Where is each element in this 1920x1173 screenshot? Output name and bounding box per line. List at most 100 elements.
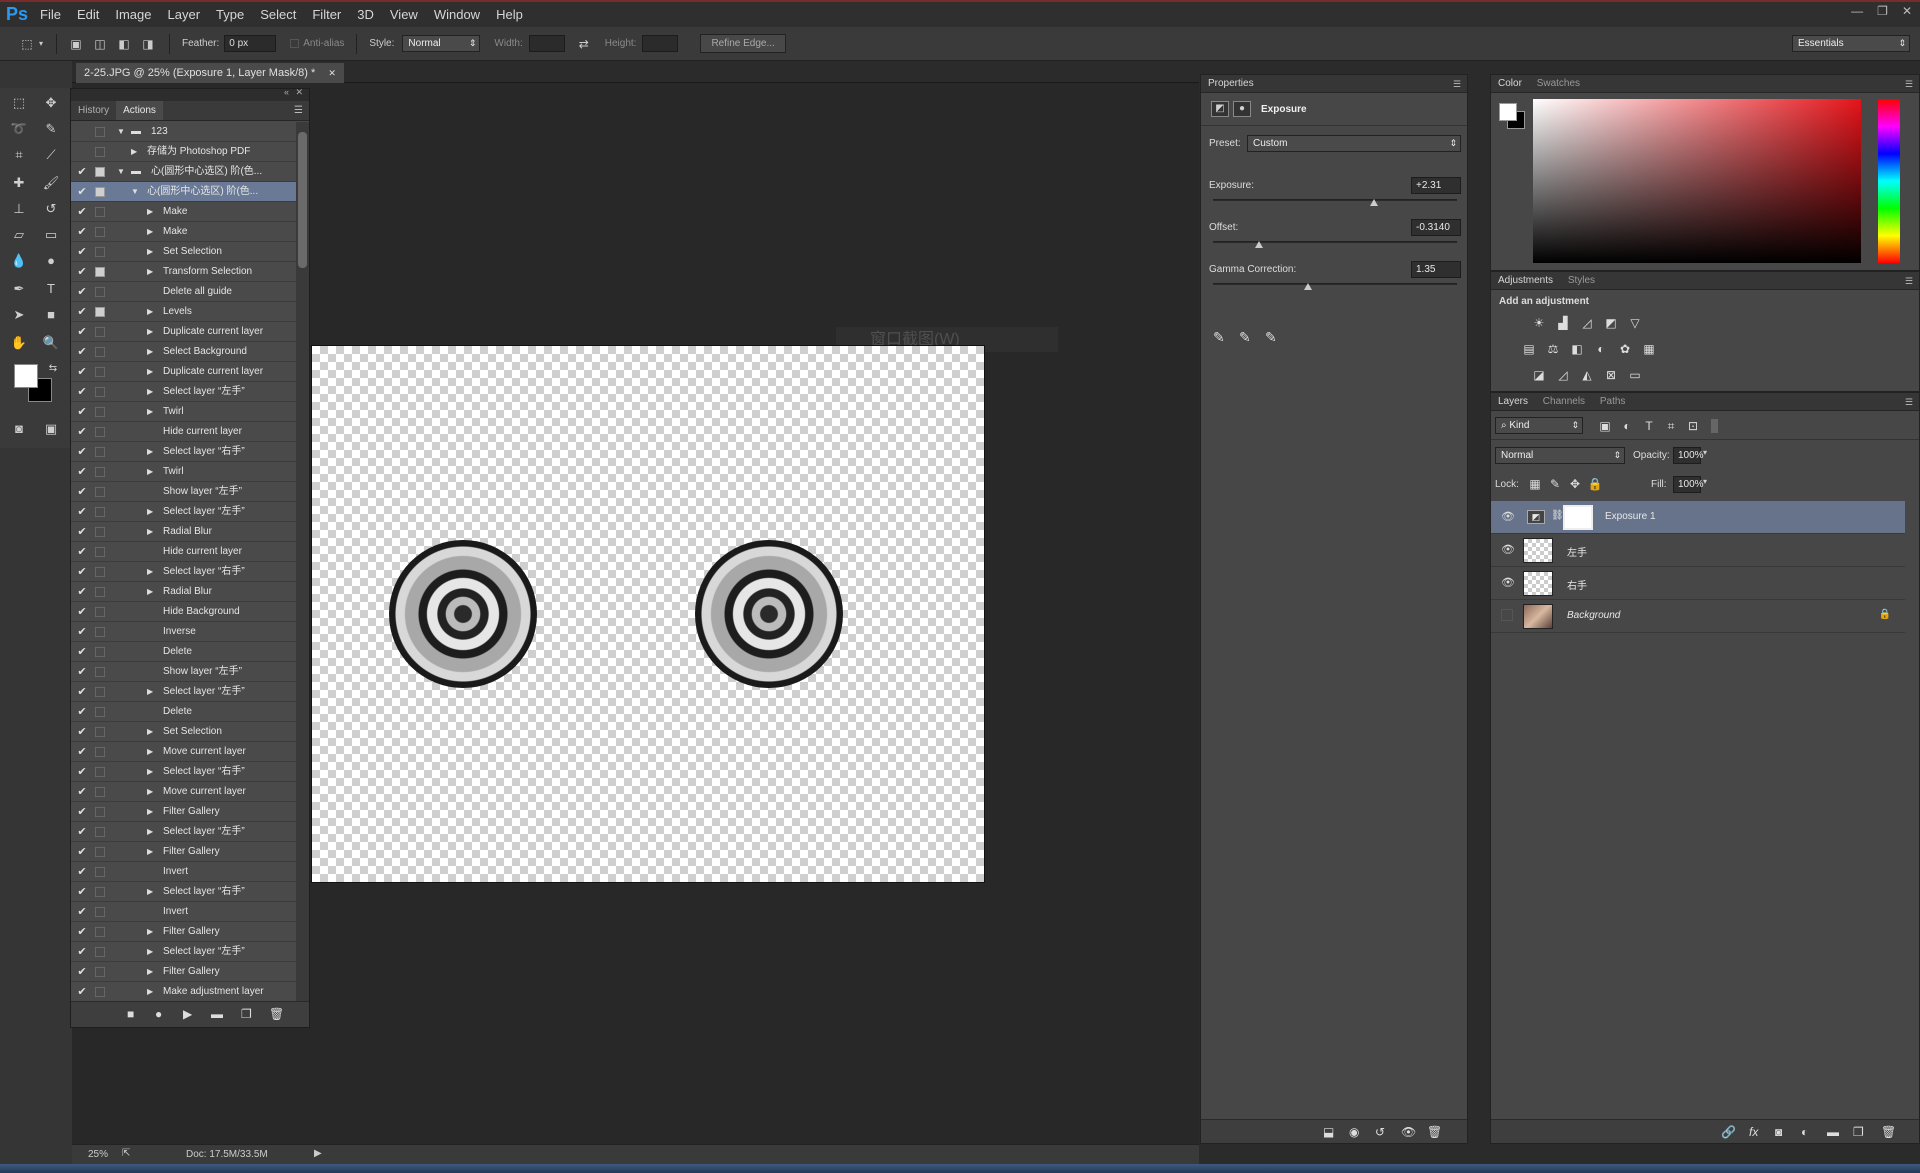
- offset-slider-track[interactable]: [1213, 241, 1457, 243]
- action-row[interactable]: ✔ ▶ Select layer “左手”: [71, 682, 297, 702]
- action-enable-checkmark[interactable]: ✔: [75, 882, 89, 902]
- link-layers-icon[interactable]: 🔗: [1721, 1125, 1736, 1139]
- action-enable-checkmark[interactable]: ✔: [75, 522, 89, 542]
- marquee-tool-preset-icon[interactable]: ⬚: [18, 35, 36, 53]
- chevron-down-icon[interactable]: ▾: [1703, 477, 1707, 486]
- action-enable-checkmark[interactable]: ✔: [75, 282, 89, 302]
- dialog-toggle[interactable]: [95, 267, 105, 277]
- expand-right-icon[interactable]: ▶: [147, 782, 153, 802]
- brightness-contrast-icon[interactable]: ☀: [1531, 316, 1547, 330]
- action-row[interactable]: ✔ Delete: [71, 702, 297, 722]
- layer-name[interactable]: 右手: [1567, 577, 1587, 592]
- width-input[interactable]: [528, 35, 565, 52]
- dialog-toggle[interactable]: [95, 207, 105, 217]
- dialog-toggle[interactable]: [95, 687, 105, 697]
- dialog-toggle[interactable]: [95, 487, 105, 497]
- lock-pixels-icon[interactable]: ✎: [1547, 477, 1563, 491]
- new-group-folder-icon[interactable]: ▬: [1827, 1125, 1839, 1139]
- action-row[interactable]: ✔ ▶ Filter Gallery: [71, 922, 297, 942]
- new-layer-icon[interactable]: ❐: [1853, 1125, 1864, 1139]
- panel-menu-icon[interactable]: ☰: [1905, 393, 1913, 411]
- action-enable-checkmark[interactable]: ✔: [75, 842, 89, 862]
- stop-icon[interactable]: ■: [127, 1007, 134, 1021]
- threshold-icon[interactable]: ◭: [1579, 368, 1595, 382]
- gradient-icon[interactable]: ▭: [40, 224, 62, 246]
- type-tool-icon[interactable]: T: [40, 278, 62, 300]
- expand-right-icon[interactable]: ▶: [147, 262, 153, 282]
- dialog-toggle[interactable]: [95, 307, 105, 317]
- levels-icon[interactable]: ▟: [1555, 316, 1571, 330]
- dialog-toggle[interactable]: [95, 947, 105, 957]
- expand-right-icon[interactable]: ▶: [147, 522, 153, 542]
- layer-row[interactable]: 👁 右手: [1491, 567, 1905, 600]
- expand-down-icon[interactable]: ▼: [117, 122, 125, 142]
- expand-right-icon[interactable]: ▶: [147, 742, 153, 762]
- expand-right-icon[interactable]: ▶: [147, 302, 153, 322]
- action-row[interactable]: ✔ Invert: [71, 902, 297, 922]
- exposure-icon[interactable]: ◩: [1603, 316, 1619, 330]
- dialog-toggle[interactable]: [95, 847, 105, 857]
- eyedropper-black-icon[interactable]: ✎: [1213, 329, 1225, 346]
- antialias-checkbox[interactable]: [290, 39, 300, 48]
- action-row[interactable]: ✔ ▶ Select layer “右手”: [71, 762, 297, 782]
- action-row[interactable]: ✔ ▶ Select Background: [71, 342, 297, 362]
- hand-icon[interactable]: ✋: [8, 332, 30, 354]
- dialog-toggle[interactable]: [95, 347, 105, 357]
- visibility-eye-icon[interactable]: 👁: [1501, 576, 1515, 589]
- trash-icon[interactable]: 🗑: [269, 1007, 284, 1021]
- dialog-toggle[interactable]: [95, 427, 105, 437]
- subtract-selection-icon[interactable]: ◧: [115, 35, 133, 53]
- action-enable-checkmark[interactable]: ✔: [75, 722, 89, 742]
- foreground-color-swatch[interactable]: [14, 364, 38, 388]
- action-row[interactable]: ✔ ▶ Twirl: [71, 402, 297, 422]
- dialog-toggle[interactable]: [95, 607, 105, 617]
- action-enable-checkmark[interactable]: ✔: [75, 462, 89, 482]
- dialog-toggle[interactable]: [95, 467, 105, 477]
- action-row[interactable]: ✔ ▶ Move current layer: [71, 742, 297, 762]
- action-enable-checkmark[interactable]: ✔: [75, 982, 89, 1002]
- clone-stamp-icon[interactable]: ⊥: [8, 198, 30, 220]
- chevron-down-icon[interactable]: ▾: [1703, 448, 1707, 457]
- expand-down-icon[interactable]: ▼: [117, 162, 125, 182]
- action-enable-checkmark[interactable]: ✔: [75, 362, 89, 382]
- action-row[interactable]: ✔ ▶ Select layer “右手”: [71, 882, 297, 902]
- new-set-folder-icon[interactable]: ▬: [211, 1007, 223, 1021]
- dialog-toggle[interactable]: [95, 827, 105, 837]
- tab-properties[interactable]: Properties: [1208, 78, 1254, 89]
- action-enable-checkmark[interactable]: ✔: [75, 342, 89, 362]
- eyedropper-icon[interactable]: ⟋: [40, 144, 62, 166]
- style-select[interactable]: Normal: [402, 35, 481, 52]
- action-enable-checkmark[interactable]: ✔: [75, 922, 89, 942]
- action-enable-checkmark[interactable]: ✔: [75, 202, 89, 222]
- dialog-toggle[interactable]: [95, 627, 105, 637]
- expand-right-icon[interactable]: ▶: [147, 342, 153, 362]
- menu-edit[interactable]: Edit: [69, 2, 107, 27]
- dialog-toggle[interactable]: [95, 567, 105, 577]
- action-enable-checkmark[interactable]: ✔: [75, 702, 89, 722]
- action-enable-checkmark[interactable]: ✔: [75, 162, 89, 182]
- dialog-toggle[interactable]: [95, 727, 105, 737]
- visibility-eye-icon[interactable]: 👁: [1401, 1125, 1416, 1139]
- action-enable-checkmark[interactable]: ✔: [75, 442, 89, 462]
- dialog-toggle[interactable]: [95, 447, 105, 457]
- action-row[interactable]: ✔ ▶ Make: [71, 222, 297, 242]
- expand-right-icon[interactable]: ▶: [147, 822, 153, 842]
- vibrance-icon[interactable]: ▽: [1627, 316, 1643, 330]
- action-row[interactable]: ✔ ▶ Radial Blur: [71, 582, 297, 602]
- tab-channels[interactable]: Channels: [1543, 396, 1585, 407]
- tab-paths[interactable]: Paths: [1600, 396, 1626, 407]
- trash-icon[interactable]: 🗑: [1881, 1125, 1896, 1139]
- action-enable-checkmark[interactable]: ✔: [75, 622, 89, 642]
- actions-scrollbar[interactable]: [296, 122, 309, 1002]
- trash-icon[interactable]: 🗑: [1427, 1125, 1442, 1139]
- close-icon[interactable]: ✕: [328, 68, 336, 78]
- new-action-icon[interactable]: ❐: [241, 1007, 252, 1021]
- exposure-slider-knob[interactable]: [1370, 199, 1379, 206]
- layer-name[interactable]: Exposure 1: [1605, 511, 1656, 522]
- action-row[interactable]: ✔ ▶ Set Selection: [71, 242, 297, 262]
- dialog-toggle[interactable]: [95, 327, 105, 337]
- feather-input[interactable]: 0 px: [224, 35, 277, 52]
- action-enable-checkmark[interactable]: ✔: [75, 762, 89, 782]
- action-row[interactable]: ▶ 存储为 Photoshop PDF: [71, 142, 297, 162]
- dodge-icon[interactable]: ●: [40, 250, 62, 272]
